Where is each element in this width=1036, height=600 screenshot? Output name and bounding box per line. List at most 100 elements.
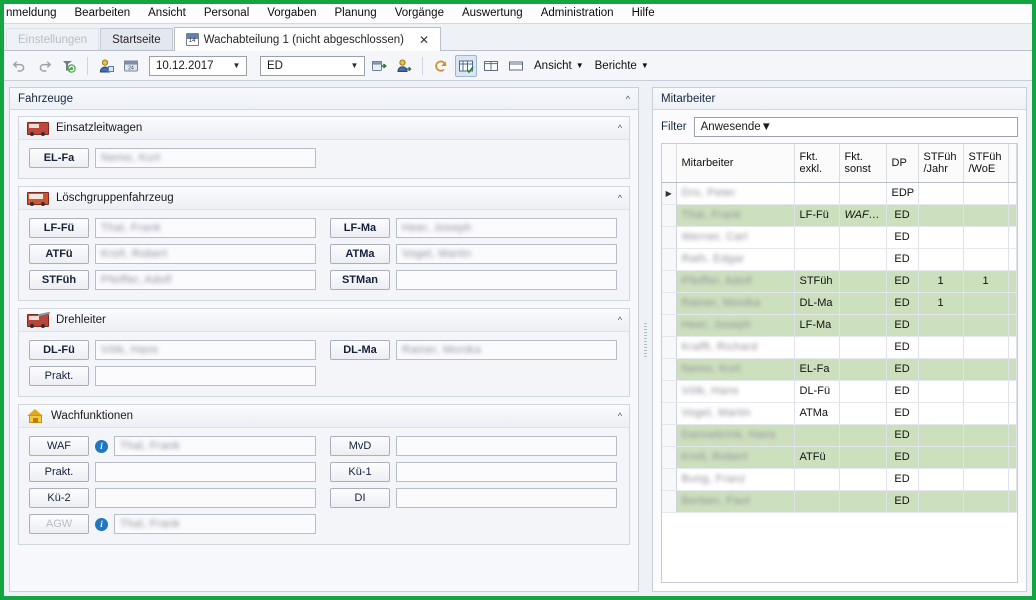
column-header-fkt-exkl-[interactable]: Fkt. exkl.: [794, 144, 840, 183]
person-export-icon[interactable]: [393, 55, 415, 77]
row-selector[interactable]: [662, 358, 677, 381]
table-row[interactable]: Nemo, Kurt EL-Fa ED: [662, 358, 1017, 381]
menu-item-ansicht[interactable]: Ansicht: [139, 5, 195, 22]
person-field[interactable]: Heer, Joseph: [396, 218, 617, 238]
function-button-prakt-[interactable]: Prakt.: [29, 462, 89, 482]
function-button-dl-ma[interactable]: DL-Ma: [330, 340, 390, 360]
column-header-fkt-sonst[interactable]: Fkt. sonst: [839, 144, 887, 183]
row-selector[interactable]: [662, 314, 677, 337]
function-button-agw[interactable]: AGW: [29, 514, 89, 534]
split-view-icon[interactable]: [480, 55, 502, 77]
chevron-down-icon[interactable]: ▼: [641, 61, 649, 70]
menu-item-administration[interactable]: Administration: [532, 5, 623, 22]
table-row[interactable]: Heer, Joseph LF-Ma ED: [662, 314, 1017, 337]
column-header-blank[interactable]: [1008, 144, 1017, 183]
table-row[interactable]: Vogel, Martin ATMa ED: [662, 402, 1017, 425]
table-row[interactable]: Dannebrink, Hans ED: [662, 424, 1017, 447]
reports-menu-button[interactable]: Berichte ▼: [591, 60, 653, 72]
calendar-assign-icon[interactable]: 24: [120, 55, 142, 77]
refresh-person-icon[interactable]: [58, 55, 80, 77]
person-field[interactable]: [396, 436, 617, 456]
person-field[interactable]: [95, 366, 316, 386]
forward-day-icon[interactable]: [368, 55, 390, 77]
function-button-stfüh[interactable]: STFüh: [29, 270, 89, 290]
grid-view-icon[interactable]: [455, 54, 477, 77]
person-field[interactable]: Kroll, Robert: [95, 244, 316, 264]
redo-icon[interactable]: [33, 55, 55, 77]
group-header[interactable]: Wachfunktionen ^: [19, 405, 629, 428]
collapse-chevron-icon[interactable]: ^: [618, 193, 622, 203]
collapse-chevron-icon[interactable]: ^: [626, 94, 630, 104]
row-selector[interactable]: [662, 446, 677, 469]
table-row[interactable]: ▶ Dro, Peter EDP: [662, 182, 1017, 205]
person-field[interactable]: Thal, Frank: [114, 514, 316, 534]
panel-splitter[interactable]: [639, 83, 652, 596]
function-button-lf-fü[interactable]: LF-Fü: [29, 218, 89, 238]
chevron-down-icon[interactable]: ▼: [576, 61, 584, 70]
function-button-waf[interactable]: WAF: [29, 436, 89, 456]
menu-item-planung[interactable]: Planung: [326, 5, 386, 22]
chevron-down-icon[interactable]: ▼: [761, 121, 772, 133]
group-header[interactable]: Drehleiter ^: [19, 309, 629, 332]
function-button-kü-1[interactable]: Kü-1: [330, 462, 390, 482]
person-field[interactable]: [95, 488, 316, 508]
function-button-kü-2[interactable]: Kü-2: [29, 488, 89, 508]
function-button-di[interactable]: DI: [330, 488, 390, 508]
person-field[interactable]: [396, 488, 617, 508]
menu-item-vorg-nge[interactable]: Vorgänge: [386, 5, 453, 22]
column-header-dp[interactable]: DP: [886, 144, 919, 183]
menu-item-hilfe[interactable]: Hilfe: [623, 5, 664, 22]
row-selector[interactable]: [662, 424, 677, 447]
person-field[interactable]: Vogel, Martin: [396, 244, 617, 264]
view-menu-button[interactable]: Ansicht ▼: [530, 60, 588, 72]
tab-startseite[interactable]: Startseite: [100, 28, 173, 50]
table-row[interactable]: Krafft, Richard ED: [662, 336, 1017, 359]
collapse-chevron-icon[interactable]: ^: [618, 411, 622, 421]
table-row[interactable]: Pfeiffer, Adolf STFüh ED 1 1: [662, 270, 1017, 293]
person-field[interactable]: [396, 270, 617, 290]
row-selector[interactable]: [662, 336, 677, 359]
person-field[interactable]: Thal, Frank: [95, 218, 316, 238]
function-button-mvd[interactable]: MvD: [330, 436, 390, 456]
row-selector[interactable]: ▶: [662, 182, 677, 205]
table-row[interactable]: Berben, Paul ED: [662, 490, 1017, 513]
add-person-icon[interactable]: [95, 55, 117, 77]
row-selector[interactable]: [662, 380, 677, 403]
group-header[interactable]: Löschgruppenfahrzeug ^: [19, 187, 629, 210]
menu-item-bearbeiten[interactable]: Bearbeiten: [66, 5, 140, 22]
menu-item-personal[interactable]: Personal: [195, 5, 258, 22]
row-selector[interactable]: [662, 468, 677, 491]
tab-einstellungen[interactable]: Einstellungen: [6, 28, 100, 50]
function-button-stman[interactable]: STMan: [330, 270, 390, 290]
row-selector[interactable]: [662, 292, 677, 315]
collapse-chevron-icon[interactable]: ^: [618, 123, 622, 133]
function-button-dl-fü[interactable]: DL-Fü: [29, 340, 89, 360]
person-field[interactable]: Völk, Hans: [95, 340, 316, 360]
row-selector[interactable]: [662, 270, 677, 293]
chevron-down-icon[interactable]: ▼: [347, 61, 362, 70]
column-header-stfüh-jahr[interactable]: STFüh /Jahr: [918, 144, 964, 183]
table-row[interactable]: Thal, Frank LF-Fü WAF… ED: [662, 204, 1017, 227]
person-field[interactable]: Rainer, Monika: [396, 340, 617, 360]
tab-wachabteilung-1-nicht-ab[interactable]: 14 Wachabteilung 1 (nicht abgeschlossen) ✕: [173, 27, 442, 51]
row-selector[interactable]: [662, 226, 677, 249]
row-selector[interactable]: [662, 402, 677, 425]
info-icon[interactable]: i: [95, 439, 108, 453]
menu-item-vorgaben[interactable]: Vorgaben: [258, 5, 325, 22]
shift-combo[interactable]: ED ▼: [260, 55, 365, 76]
splitter-grip[interactable]: [644, 322, 647, 357]
row-selector[interactable]: [662, 490, 677, 513]
person-field[interactable]: Thal, Frank: [114, 436, 316, 456]
date-combo[interactable]: 10.12.2017 ▼: [149, 55, 247, 76]
filter-combo[interactable]: Anwesende ▼: [693, 117, 1018, 137]
person-field[interactable]: [95, 462, 316, 482]
menu-item-auswertung[interactable]: Auswertung: [453, 5, 532, 22]
function-button-prakt-[interactable]: Prakt.: [29, 366, 89, 386]
group-header[interactable]: Einsatzleitwagen ^: [19, 117, 629, 140]
chevron-down-icon[interactable]: ▼: [229, 61, 244, 70]
function-button-lf-ma[interactable]: LF-Ma: [330, 218, 390, 238]
table-row[interactable]: Völk, Hans DL-Fü ED: [662, 380, 1017, 403]
table-row[interactable]: Werner, Carl ED: [662, 226, 1017, 249]
table-row[interactable]: Bung, Franz ED: [662, 468, 1017, 491]
function-button-atfü[interactable]: ATFü: [29, 244, 89, 264]
